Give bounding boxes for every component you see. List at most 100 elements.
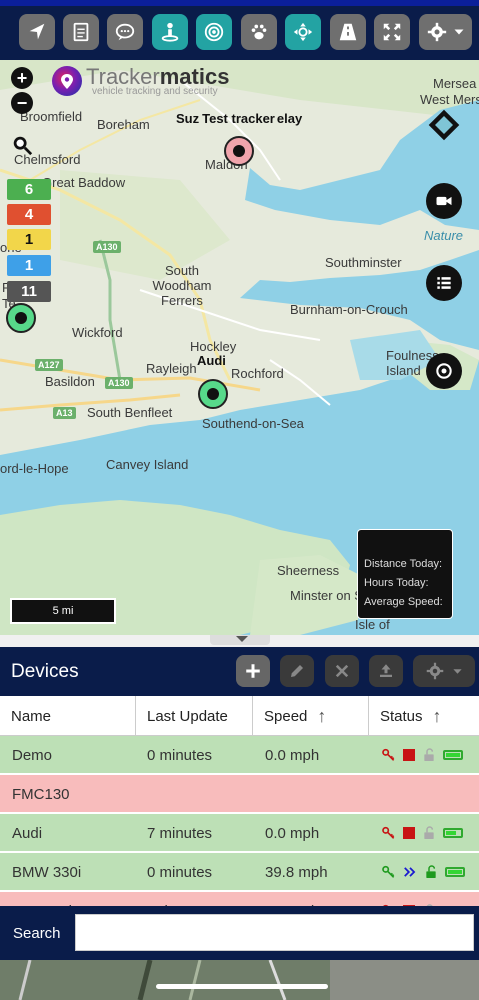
add-device-button[interactable]: [236, 655, 270, 687]
trip-info-panel: Distance Today: Hours Today: Average Spe…: [357, 529, 453, 619]
table-row[interactable]: Demo 0 minutes 0.0 mph: [0, 736, 479, 774]
paw-icon: [251, 24, 267, 40]
status-icons: [381, 736, 463, 774]
device-name: Audi: [12, 824, 43, 842]
road-button[interactable]: [330, 14, 366, 50]
zoom-search-button[interactable]: [11, 134, 33, 156]
lock-icon: [426, 865, 436, 878]
target-button[interactable]: [196, 14, 232, 50]
vehicle-marker-audi[interactable]: [198, 379, 228, 409]
place-label: South Benfleet: [87, 405, 173, 420]
distance-today-label: Distance Today:: [364, 558, 443, 570]
stopped-icon: [403, 749, 415, 761]
average-speed-label: Average Speed:: [364, 596, 443, 608]
place-label: Isle of: [355, 617, 390, 632]
column-header-status[interactable]: Status ↑: [369, 696, 479, 736]
move-button[interactable]: [285, 14, 321, 50]
speed: 0.0 mph: [265, 892, 319, 907]
place-label: Rayleigh: [146, 361, 197, 376]
vehicle-marker-test-tracker[interactable]: [224, 136, 254, 166]
column-header-name[interactable]: Name: [0, 696, 136, 736]
logo-tagline: vehicle tracking and security: [92, 86, 218, 97]
zoom-out-button[interactable]: −: [11, 92, 33, 114]
layers-button[interactable]: [426, 107, 462, 143]
column-header-speed[interactable]: Speed ↑: [253, 696, 369, 736]
column-header-last-update[interactable]: Last Update: [136, 696, 253, 736]
key-icon: [382, 865, 395, 878]
count-badge-yellow[interactable]: 1: [7, 229, 51, 250]
place-label: Great Baddow: [42, 175, 126, 190]
crosshair-move-icon: [293, 22, 313, 42]
list-icon: [437, 277, 451, 289]
count-badge-grey[interactable]: 11: [7, 281, 51, 302]
map-view[interactable]: Broomfield Boreham Chelmsford Great Badd…: [0, 60, 479, 635]
speed: 39.8 mph: [265, 863, 328, 881]
home-indicator[interactable]: [156, 984, 328, 989]
document-button[interactable]: [63, 14, 99, 50]
trackermatics-logo: Trackermatics vehicle tracking and secur…: [52, 64, 252, 100]
count-badge-green[interactable]: 6: [7, 179, 51, 200]
video-button[interactable]: [426, 183, 462, 219]
locate-icon: [436, 363, 452, 379]
status-icons: [381, 814, 463, 852]
settings-dropdown-button[interactable]: [419, 14, 472, 50]
lock-icon: [424, 748, 434, 761]
vehicle-marker[interactable]: [6, 303, 36, 333]
table-row[interactable]: FMC130: [0, 775, 479, 813]
sort-arrow-icon: ↑: [432, 705, 442, 726]
speed: 0.0 mph: [265, 746, 320, 764]
device-name: Demo: [12, 746, 53, 764]
target-icon: [204, 22, 224, 42]
devices-header: Devices: [0, 647, 479, 696]
device-settings-dropdown[interactable]: [413, 655, 475, 687]
table-row[interactable]: Audi 7 minutes 0.0 mph: [0, 814, 479, 852]
place-label: Southend-on-Sea: [202, 416, 304, 431]
zoom-in-button[interactable]: +: [11, 67, 33, 89]
last-update: 0 minutes: [147, 746, 213, 764]
road-shield: A13: [53, 407, 76, 419]
count-badge-blue[interactable]: 1: [7, 255, 51, 276]
search-label: Search: [13, 925, 61, 942]
road-shield: A130: [105, 377, 133, 389]
delete-device-button[interactable]: [325, 655, 359, 687]
table-row[interactable]: BMW 330i 0 minutes 39.8 mph: [0, 853, 479, 891]
panel-resize-handle[interactable]: [0, 635, 479, 647]
chat-button[interactable]: [107, 14, 143, 50]
place-label: Hockley: [190, 339, 237, 354]
last-update: 9 days: [147, 892, 191, 907]
search-bar: Search: [0, 906, 479, 960]
edit-device-button[interactable]: [280, 655, 314, 687]
place-label: South Woodham Ferrers: [152, 263, 212, 308]
fullscreen-button[interactable]: [374, 14, 410, 50]
place-label: Nature: [424, 228, 464, 243]
place-label: Boreham: [97, 117, 150, 132]
plus-icon: [246, 664, 260, 678]
place-label: ord-le-Hope: [0, 461, 69, 476]
locate-button[interactable]: [426, 353, 462, 389]
chat-icon: [115, 23, 135, 41]
document-icon: [73, 22, 89, 42]
list-button[interactable]: [426, 265, 462, 301]
count-badge-red[interactable]: 4: [7, 204, 51, 225]
sort-arrow-icon: ↑: [317, 705, 327, 726]
video-camera-icon: [436, 196, 452, 206]
status-icons: [381, 853, 465, 891]
person-pin-button[interactable]: [152, 14, 188, 50]
gear-icon: [427, 22, 446, 42]
search-input[interactable]: [75, 914, 474, 951]
stopped-icon: [403, 827, 415, 839]
devices-table: Name Last Update Speed ↑ Status ↑ Demo 0 mi…: [0, 696, 479, 906]
navigate-button[interactable]: [19, 14, 55, 50]
upload-icon: [380, 664, 392, 677]
road-shield: A130: [93, 241, 121, 253]
pets-button[interactable]: [241, 14, 277, 50]
devices-title: Devices: [11, 661, 79, 682]
moving-arrows-icon: [404, 867, 416, 877]
status-icons: [381, 892, 463, 906]
road-shield: A127: [35, 359, 63, 371]
table-row[interactable]: Test tracker 9 days 0.0 mph: [0, 892, 479, 906]
place-label: Basildon: [45, 374, 95, 389]
upload-button[interactable]: [369, 655, 403, 687]
navigate-icon: [29, 23, 45, 40]
chevron-down-icon: [452, 668, 462, 674]
